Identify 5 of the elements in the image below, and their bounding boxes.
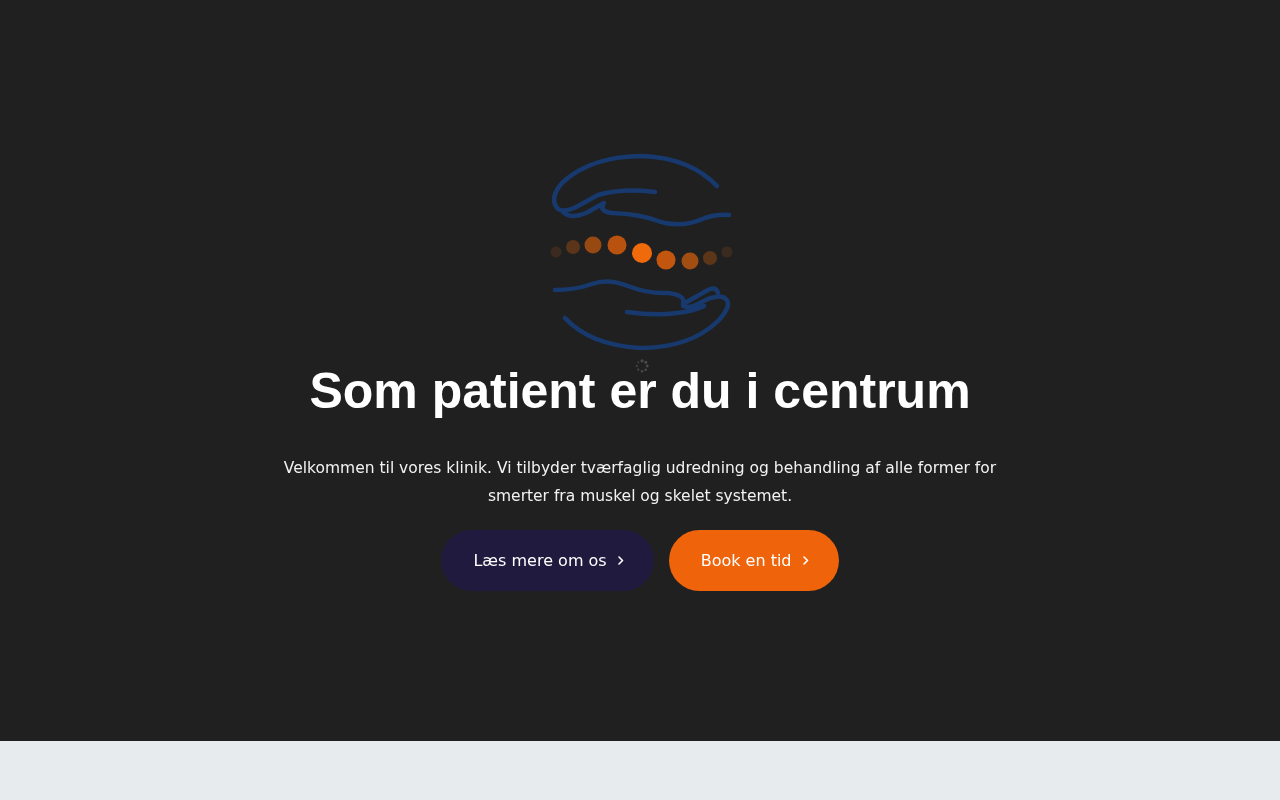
chevron-right-icon — [617, 556, 624, 565]
read-more-button[interactable]: Læs mere om os — [441, 530, 654, 591]
chevron-right-icon — [802, 556, 809, 565]
hero-heading: Som patient er du i centrum — [309, 363, 971, 419]
intro-paragraph: Velkommen til vores klinik. Vi tilbyder tværfaglig udredning og behandling af alle former for smerter fra muskel og skelet systemet. — [282, 458, 998, 507]
